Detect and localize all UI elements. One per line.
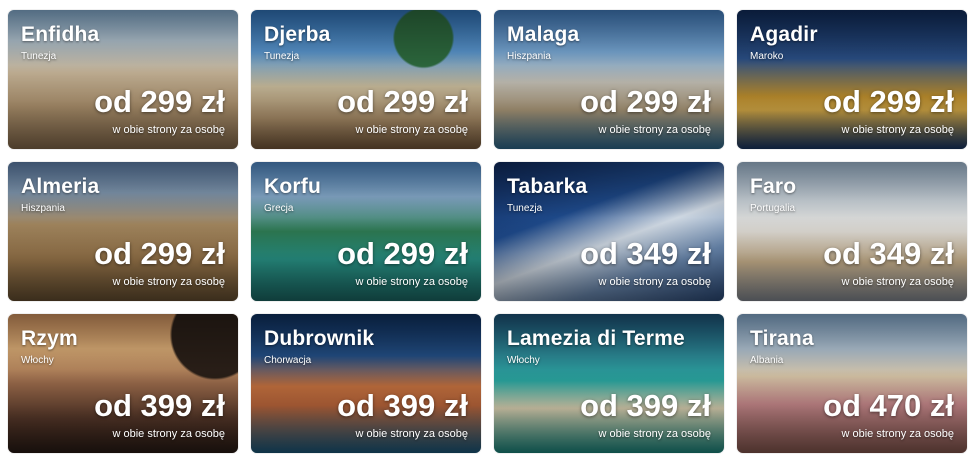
destination-price: od 399 zł <box>94 388 225 423</box>
destination-city: Djerba <box>264 23 331 46</box>
price-note: w obie strony za osobę <box>355 276 468 288</box>
destination-country: Tunezja <box>507 203 543 214</box>
destination-card-tirana[interactable]: Tirana Albania od 470 zł w obie strony z… <box>737 314 967 453</box>
destination-city: Rzym <box>21 327 78 350</box>
price-note: w obie strony za osobę <box>112 124 225 136</box>
destination-city: Malaga <box>507 23 580 46</box>
destination-price: od 349 zł <box>580 236 711 271</box>
destination-price: od 299 zł <box>337 84 468 119</box>
price-note: w obie strony za osobę <box>598 428 711 440</box>
destination-card-djerba[interactable]: Djerba Tunezja od 299 zł w obie strony z… <box>251 10 481 149</box>
destination-city: Dubrownik <box>264 327 375 350</box>
price-note: w obie strony za osobę <box>841 124 954 136</box>
destination-country: Włochy <box>507 355 540 366</box>
destination-card-faro[interactable]: Faro Portugalia od 349 zł w obie strony … <box>737 162 967 301</box>
destination-country: Tunezja <box>21 51 57 62</box>
destination-country: Włochy <box>21 355 54 366</box>
destination-city: Almeria <box>21 175 100 198</box>
destination-city: Faro <box>750 175 797 198</box>
destination-city: Agadir <box>750 23 818 46</box>
price-note: w obie strony za osobę <box>841 428 954 440</box>
destination-city: Tirana <box>750 327 814 350</box>
destination-country: Hiszpania <box>507 51 551 62</box>
destination-card-lamezia-di-terme[interactable]: Lamezia di Terme Włochy od 399 zł w obie… <box>494 314 724 453</box>
destination-price: od 299 zł <box>94 236 225 271</box>
destination-city: Lamezia di Terme <box>507 327 685 350</box>
destination-price: od 299 zł <box>337 236 468 271</box>
destination-card-enfidha[interactable]: Enfidha Tunezja od 299 zł w obie strony … <box>8 10 238 149</box>
destination-country: Albania <box>750 355 784 366</box>
destination-price: od 349 zł <box>823 236 954 271</box>
destination-country: Chorwacja <box>264 355 312 366</box>
price-note: w obie strony za osobę <box>598 276 711 288</box>
destination-price: od 299 zł <box>580 84 711 119</box>
destination-card-tabarka[interactable]: Tabarka Tunezja od 349 zł w obie strony … <box>494 162 724 301</box>
price-note: w obie strony za osobę <box>112 276 225 288</box>
destination-price: od 299 zł <box>823 84 954 119</box>
destination-card-korfu[interactable]: Korfu Grecja od 299 zł w obie strony za … <box>251 162 481 301</box>
destination-country: Grecja <box>264 203 294 214</box>
destination-country: Tunezja <box>264 51 300 62</box>
destination-card-dubrownik[interactable]: Dubrownik Chorwacja od 399 zł w obie str… <box>251 314 481 453</box>
destination-price: od 399 zł <box>337 388 468 423</box>
destination-country: Hiszpania <box>21 203 65 214</box>
price-note: w obie strony za osobę <box>598 124 711 136</box>
destination-card-rzym[interactable]: Rzym Włochy od 399 zł w obie strony za o… <box>8 314 238 453</box>
destination-card-malaga[interactable]: Malaga Hiszpania od 299 zł w obie strony… <box>494 10 724 149</box>
price-note: w obie strony za osobę <box>841 276 954 288</box>
destination-card-almeria[interactable]: Almeria Hiszpania od 299 zł w obie stron… <box>8 162 238 301</box>
destination-price: od 299 zł <box>94 84 225 119</box>
price-note: w obie strony za osobę <box>355 124 468 136</box>
destination-city: Tabarka <box>507 175 588 198</box>
destination-city: Enfidha <box>21 23 100 46</box>
destination-country: Portugalia <box>750 203 796 214</box>
destination-city: Korfu <box>264 175 321 198</box>
destination-card-agadir[interactable]: Agadir Maroko od 299 zł w obie strony za… <box>737 10 967 149</box>
destinations-grid: Enfidha Tunezja od 299 zł w obie strony … <box>0 0 976 461</box>
price-note: w obie strony za osobę <box>112 428 225 440</box>
destination-price: od 399 zł <box>580 388 711 423</box>
destination-price: od 470 zł <box>823 388 954 423</box>
destination-country: Maroko <box>750 51 784 62</box>
price-note: w obie strony za osobę <box>355 428 468 440</box>
